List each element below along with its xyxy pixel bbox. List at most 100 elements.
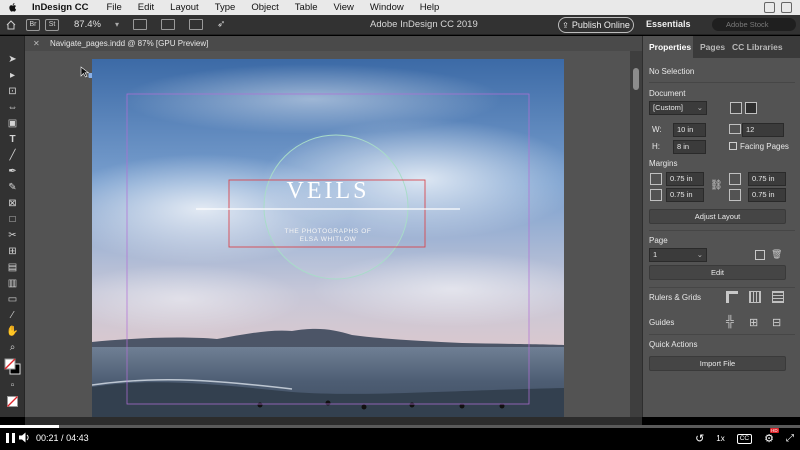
baseline-grid-icon[interactable] [749,291,761,303]
stock-button[interactable]: St [45,18,59,31]
height-input[interactable]: 8 in [673,140,706,154]
apple-icon[interactable] [8,2,18,13]
content-collector-icon[interactable]: ▣ [7,118,18,129]
import-file-button[interactable]: Import File [649,356,786,371]
portrait-orientation-icon[interactable] [730,102,742,114]
view-options-icon[interactable] [132,19,147,30]
adjust-layout-button[interactable]: Adjust Layout [649,209,786,224]
pencil-tool-icon[interactable]: ✎ [7,182,18,193]
margin-bottom-input[interactable]: 0.75 in [666,188,704,202]
facing-pages-checkbox[interactable] [729,142,737,150]
publish-icon: ⇪ [562,20,569,30]
horizontal-scrollbar[interactable] [25,417,642,425]
zoom-dropdown-icon[interactable]: ▾ [115,20,119,29]
volume-icon[interactable] [19,432,31,443]
landscape-orientation-icon[interactable] [745,102,757,114]
gap-tool-icon[interactable]: ⇔ [7,102,18,113]
document-grid-icon[interactable] [772,291,784,303]
direct-selection-tool-icon[interactable]: ▸ [7,70,18,81]
zoom-tool-icon[interactable]: ⌕ [7,342,18,353]
menu-layout[interactable]: Layout [170,2,199,13]
bridge-button[interactable]: Br [26,18,40,31]
rectangle-tool-icon[interactable]: □ [7,214,18,225]
pause-icon[interactable] [6,433,15,443]
formatting-affects-container-icon[interactable]: ▫ [7,380,18,391]
selection-tool-icon[interactable]: ➤ [7,54,18,65]
fullscreen-icon[interactable]: ⤢ [786,433,794,444]
document-page[interactable]: VEILS THE PHOTOGRAPHS OF ELSA WHITLOW [92,59,564,417]
cover-heading: VEILS [286,178,370,204]
fill-stroke-swatch-icon[interactable] [4,358,21,375]
menu-window[interactable]: Window [370,2,404,13]
playback-time: 00:21 / 04:43 [36,433,89,443]
document-tab[interactable]: ✕ Navigate_pages.indd @ 87% [GPU Preview… [33,39,208,48]
vertical-scroll-thumb[interactable] [633,68,639,90]
ruler-icon[interactable] [726,291,738,303]
progress-track[interactable] [0,425,800,428]
vertical-scrollbar[interactable] [630,51,642,417]
workspace-switcher[interactable]: Essentials [646,19,691,29]
smart-guides-icon[interactable]: ⊞ [749,316,758,329]
width-input[interactable]: 10 in [673,123,706,137]
cover-subtitle-line-1: THE PHOTOGRAPHS OF [284,228,372,235]
divider [649,334,795,335]
arrange-documents-icon[interactable] [188,19,203,30]
menu-edit[interactable]: Edit [138,2,154,13]
gpu-rocket-icon[interactable]: ➶ [217,19,225,30]
home-icon[interactable] [6,19,16,30]
tab-cc-libraries[interactable]: CC Libraries [732,42,783,52]
settings-gear-icon[interactable]: ⚙ HD [764,428,779,445]
publish-online-button[interactable]: ⇪ Publish Online [558,17,634,33]
document-preset-select[interactable]: [Custom] ⌄ [649,101,707,115]
scissors-tool-icon[interactable]: ✂ [7,230,18,241]
app-frame-icon[interactable] [781,2,792,13]
type-tool-icon[interactable]: T [7,134,18,145]
gradient-tool-icon[interactable]: ▤ [7,262,18,273]
screen-mode-icon[interactable] [160,19,175,30]
hand-tool-icon[interactable]: ✋ [6,326,18,337]
replay-icon[interactable]: ↺ [695,432,704,445]
rectangle-frame-tool-icon[interactable]: ⊠ [7,198,18,209]
new-page-icon[interactable] [755,250,765,260]
menu-table[interactable]: Table [295,2,318,13]
page-tool-icon[interactable]: ⊡ [7,86,18,97]
closed-captions-button[interactable]: CC [736,433,753,444]
margin-left-input[interactable]: 0.75 in [748,172,786,186]
zoom-level[interactable]: 87.4% [74,19,101,30]
panel-tabs: Properties Pages CC Libraries [643,36,800,58]
trash-icon[interactable]: 🗑 [771,249,782,260]
stock-search-input[interactable]: Adobe Stock [712,18,796,31]
eyedropper-tool-icon[interactable]: ⁄ [7,310,18,321]
line-tool-icon[interactable]: ╱ [7,150,18,161]
margin-right-input[interactable]: 0.75 in [748,188,786,202]
margin-top-input[interactable]: 0.75 in [666,172,704,186]
guides-section-title: Guides [649,318,675,327]
pen-tool-icon[interactable]: ✒ [7,166,18,177]
menu-view[interactable]: View [334,2,354,13]
divider [649,82,795,83]
document-tab-bar: ✕ Navigate_pages.indd @ 87% [GPU Preview… [25,36,642,51]
close-tab-icon[interactable]: ✕ [33,39,40,48]
playback-speed[interactable]: 1x [716,434,724,443]
rulers-grids-section-title: Rulers & Grids [649,293,702,302]
apply-none-icon[interactable] [7,396,18,407]
tab-properties[interactable]: Properties [649,42,691,52]
lock-guides-icon[interactable]: ⊟ [772,316,781,329]
free-transform-tool-icon[interactable]: ⊞ [7,246,18,257]
creative-cloud-icon[interactable] [764,2,775,13]
gradient-feather-tool-icon[interactable]: ▥ [7,278,18,289]
edit-page-button[interactable]: Edit [649,265,786,280]
link-margins-icon[interactable]: ⛓ [710,180,723,191]
time-separator: / [61,433,64,443]
note-tool-icon[interactable]: ▭ [7,294,18,305]
app-menu[interactable]: InDesign CC [32,2,88,13]
page-select-value: 1 [653,250,658,259]
menu-object[interactable]: Object [251,2,278,13]
tab-pages[interactable]: Pages [700,42,725,52]
menu-file[interactable]: File [106,2,121,13]
page-select[interactable]: 1 ⌄ [649,248,707,262]
menu-help[interactable]: Help [420,2,440,13]
pages-count-input[interactable]: 12 [742,123,784,137]
guides-icon[interactable]: ╬ [726,316,734,328]
menu-type[interactable]: Type [215,2,236,13]
